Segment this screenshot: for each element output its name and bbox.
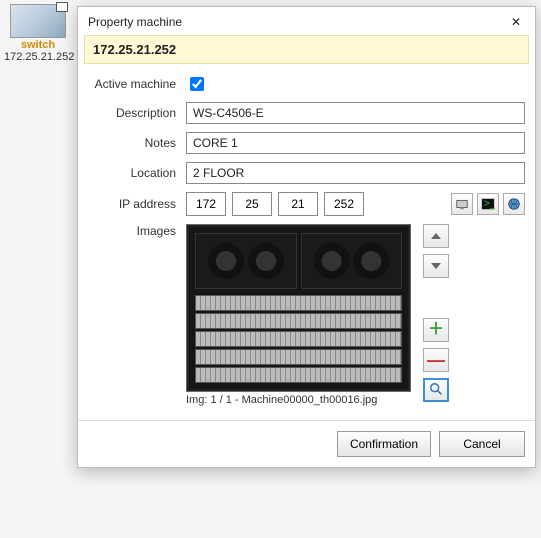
image-caption: Img: 1 / 1 - Machine00000_th00016.jpg bbox=[186, 394, 423, 406]
image-zoom-button[interactable] bbox=[423, 378, 449, 402]
web-button[interactable] bbox=[503, 193, 525, 215]
label-active: Active machine bbox=[88, 77, 186, 91]
property-machine-dialog: Property machine ✕ 172.25.21.252 Active … bbox=[77, 6, 536, 468]
label-images: Images bbox=[88, 224, 186, 238]
close-icon[interactable]: ✕ bbox=[507, 15, 525, 29]
chevron-up-icon bbox=[431, 233, 441, 239]
label-ip: IP address bbox=[88, 197, 186, 211]
image-down-button[interactable] bbox=[423, 254, 449, 278]
ip-octet-3[interactable] bbox=[278, 192, 318, 216]
machine-image-preview[interactable] bbox=[186, 224, 411, 392]
titlebar: Property machine ✕ bbox=[78, 7, 535, 35]
desktop-icon-name: switch bbox=[4, 39, 72, 51]
label-notes: Notes bbox=[88, 136, 186, 150]
notes-input[interactable] bbox=[186, 132, 525, 154]
dialog-title: Property machine bbox=[88, 15, 182, 29]
location-input[interactable] bbox=[186, 162, 525, 184]
dialog-footer: Confirmation Cancel bbox=[78, 420, 535, 467]
magnifier-icon bbox=[429, 382, 443, 399]
ip-octet-4[interactable] bbox=[324, 192, 364, 216]
switch-thumbnail bbox=[10, 4, 66, 38]
confirmation-button[interactable]: Confirmation bbox=[337, 431, 431, 457]
ping-button[interactable] bbox=[451, 193, 473, 215]
ip-octet-1[interactable] bbox=[186, 192, 226, 216]
desktop-icon-ip: 172.25.21.252 bbox=[4, 51, 72, 63]
ip-octet-2[interactable] bbox=[232, 192, 272, 216]
svg-text:>_: >_ bbox=[484, 198, 495, 210]
label-location: Location bbox=[88, 166, 186, 180]
label-description: Description bbox=[88, 106, 186, 120]
image-remove-button[interactable]: — bbox=[423, 348, 449, 372]
description-input[interactable] bbox=[186, 102, 525, 124]
image-up-button[interactable] bbox=[423, 224, 449, 248]
header-ip-banner: 172.25.21.252 bbox=[84, 35, 529, 64]
cancel-button[interactable]: Cancel bbox=[439, 431, 525, 457]
chevron-down-icon bbox=[431, 263, 441, 269]
desktop-switch-icon[interactable]: switch 172.25.21.252 bbox=[4, 4, 72, 63]
image-add-button[interactable]: ＋ bbox=[423, 318, 449, 342]
active-checkbox[interactable] bbox=[190, 77, 204, 91]
minus-icon: — bbox=[427, 355, 445, 366]
terminal-button[interactable]: >_ bbox=[477, 193, 499, 215]
rack-illustration bbox=[189, 227, 408, 389]
plus-icon: ＋ bbox=[428, 322, 444, 338]
